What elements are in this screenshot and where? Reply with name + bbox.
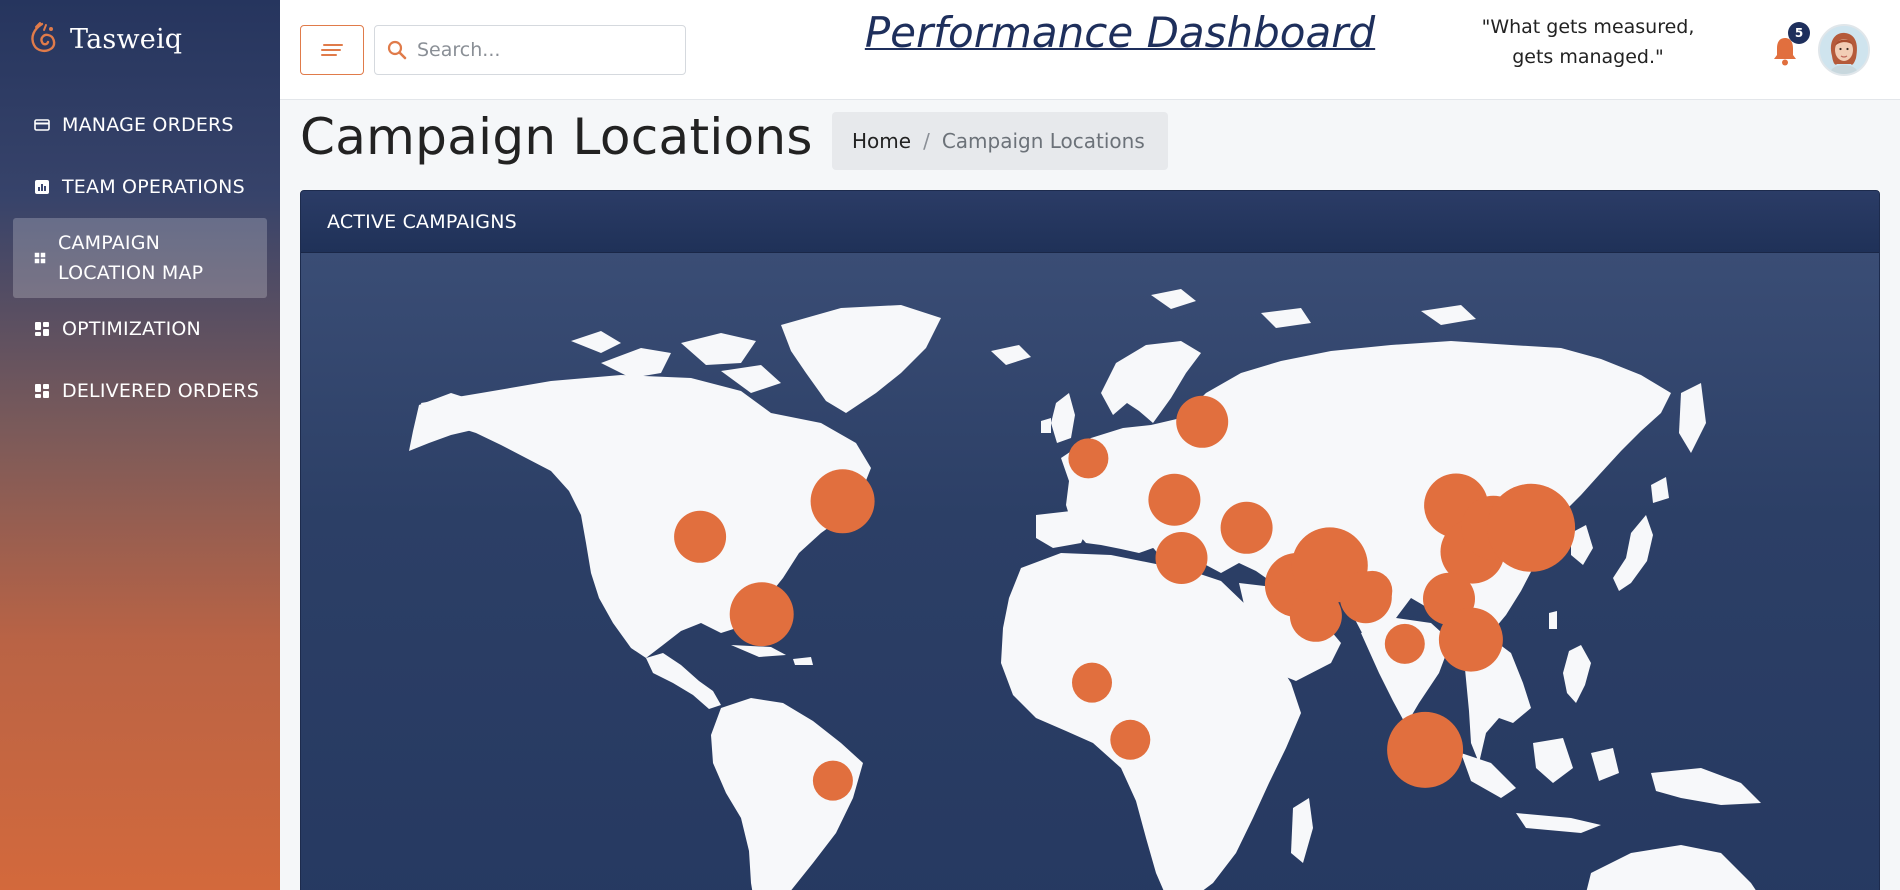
search-box[interactable] bbox=[374, 25, 686, 75]
campaign-marker[interactable] bbox=[1176, 395, 1229, 448]
menu-icon bbox=[321, 44, 343, 56]
grid-icon bbox=[34, 252, 46, 264]
land-indonesia bbox=[1461, 738, 1619, 833]
campaign-marker[interactable] bbox=[1220, 501, 1273, 554]
land-caribbean bbox=[731, 645, 813, 665]
sidebar: Tasweiq MANAGE ORDERS TEAM OPERATIONS CA… bbox=[0, 0, 280, 890]
brand-name: Tasweiq bbox=[70, 23, 183, 55]
world-map[interactable] bbox=[301, 253, 1879, 890]
breadcrumb-current: Campaign Locations bbox=[941, 129, 1145, 153]
campaign-marker[interactable] bbox=[1352, 570, 1393, 611]
page-title: Campaign Locations bbox=[300, 108, 813, 166]
campaign-marker[interactable] bbox=[1384, 623, 1425, 664]
breadcrumb-separator: / bbox=[923, 129, 930, 153]
land-greenland bbox=[781, 305, 941, 413]
land-iceland bbox=[991, 345, 1031, 365]
land-north-america bbox=[421, 375, 871, 658]
land-uk bbox=[1041, 393, 1075, 443]
land-arctic-islands bbox=[1151, 289, 1476, 328]
sidebar-item-manage-orders[interactable]: MANAGE ORDERS bbox=[0, 94, 280, 156]
land-philippines bbox=[1549, 611, 1591, 703]
campaign-marker[interactable] bbox=[729, 582, 794, 647]
avatar[interactable] bbox=[1818, 24, 1870, 76]
notification-badge: 5 bbox=[1788, 22, 1810, 44]
campaign-marker[interactable] bbox=[1387, 711, 1464, 788]
land-alaska bbox=[409, 393, 481, 451]
topbar: Performance Dashboard "What gets measure… bbox=[280, 0, 1900, 100]
card-icon bbox=[34, 119, 50, 131]
sidebar-item-label: OPTIMIZATION bbox=[62, 318, 201, 340]
campaign-marker[interactable] bbox=[1155, 532, 1208, 584]
sidebar-item-label: DELIVERED ORDERS bbox=[62, 380, 259, 402]
campaign-marker[interactable] bbox=[812, 760, 853, 801]
bar-chart-icon bbox=[35, 180, 49, 194]
menu-toggle-button[interactable] bbox=[300, 25, 364, 75]
sidebar-item-team-operations[interactable]: TEAM OPERATIONS bbox=[0, 156, 280, 218]
active-campaigns-card: ACTIVE CAMPAIGNS bbox=[300, 190, 1880, 890]
land-australia bbox=[1586, 845, 1756, 890]
sidebar-item-label: MANAGE ORDERS bbox=[62, 114, 234, 136]
sidebar-item-label: TEAM OPERATIONS bbox=[62, 176, 245, 198]
land-central-america bbox=[646, 653, 721, 709]
world-map-svg bbox=[409, 289, 1761, 890]
header-quote: "What gets measured, gets managed." bbox=[1481, 16, 1695, 68]
card-header: ACTIVE CAMPAIGNS bbox=[301, 191, 1879, 253]
breadcrumb-home-link[interactable]: Home bbox=[852, 129, 911, 153]
breadcrumb: Home / Campaign Locations bbox=[832, 112, 1168, 170]
sidebar-item-delivered-orders[interactable]: DELIVERED ORDERS bbox=[0, 360, 280, 422]
dashboard-title[interactable]: Performance Dashboard bbox=[830, 8, 1410, 57]
land-madagascar bbox=[1291, 798, 1313, 863]
sidebar-nav: MANAGE ORDERS TEAM OPERATIONS CAMPAIGN L… bbox=[0, 94, 280, 422]
campaign-marker[interactable] bbox=[1068, 438, 1109, 479]
dashboard-icon bbox=[35, 322, 49, 336]
brand-logo-icon bbox=[31, 22, 56, 53]
sidebar-item-optimization[interactable]: OPTIMIZATION bbox=[0, 298, 280, 360]
dashboard-icon bbox=[35, 384, 49, 398]
campaign-marker[interactable] bbox=[1072, 662, 1112, 703]
land-new-guinea bbox=[1651, 768, 1761, 805]
campaign-marker[interactable] bbox=[1110, 719, 1151, 760]
land-group bbox=[409, 289, 1761, 890]
campaign-marker[interactable] bbox=[1148, 473, 1201, 526]
user-avatar-icon bbox=[1820, 26, 1868, 74]
search-icon bbox=[387, 40, 407, 60]
sidebar-item-campaign-location-map[interactable]: CAMPAIGN LOCATION MAP bbox=[13, 218, 267, 298]
land-japan bbox=[1613, 477, 1669, 591]
campaign-marker[interactable] bbox=[810, 469, 875, 534]
sidebar-item-label: CAMPAIGN LOCATION MAP bbox=[58, 232, 204, 284]
campaign-marker[interactable] bbox=[1289, 589, 1342, 642]
campaign-marker[interactable] bbox=[1438, 607, 1503, 672]
campaign-marker[interactable] bbox=[1487, 483, 1576, 572]
campaign-marker[interactable] bbox=[674, 510, 727, 563]
land-kamchatka bbox=[1679, 383, 1706, 453]
brand[interactable]: Tasweiq bbox=[0, 0, 280, 78]
search-input[interactable] bbox=[417, 39, 667, 61]
